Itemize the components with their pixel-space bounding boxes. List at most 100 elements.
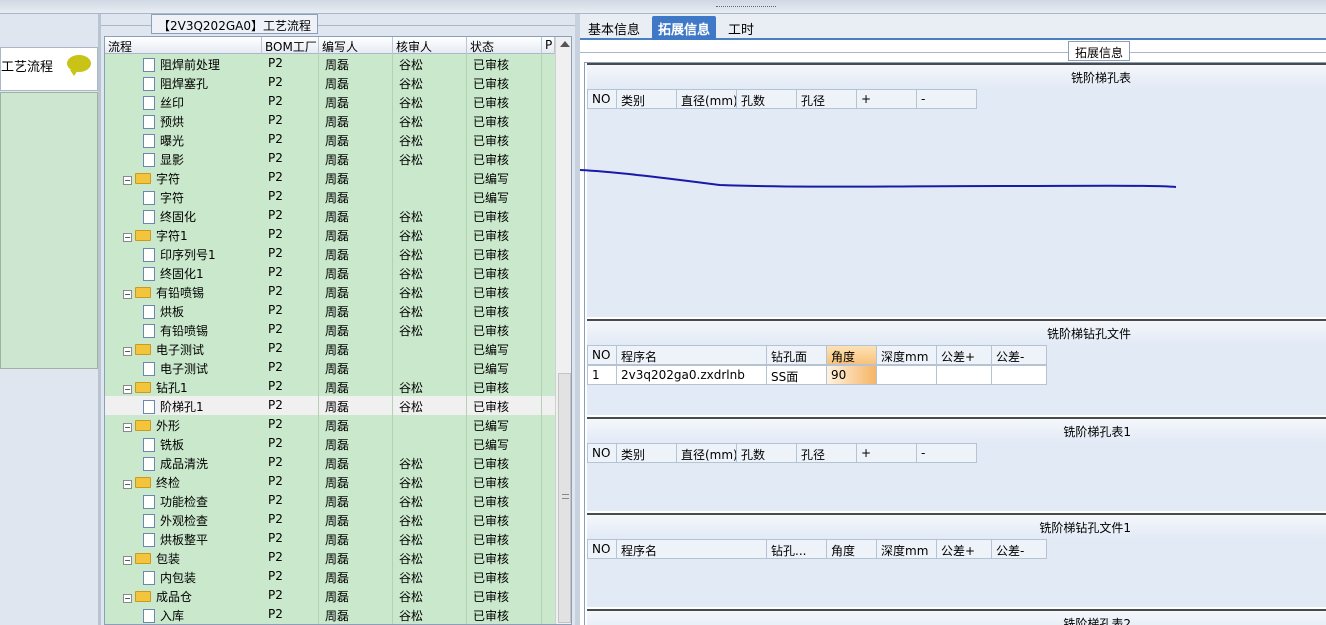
tree-row[interactable]: − 成品仓 P2 周磊 谷松 已审核 [105, 586, 555, 605]
column-header[interactable]: - [917, 89, 977, 109]
tree-node-cell[interactable]: − 外形 [105, 415, 262, 434]
column-header[interactable]: NO [587, 443, 617, 463]
process-panel-header[interactable]: 工艺流程 [0, 47, 98, 91]
tree-node-cell[interactable]: − 成品仓 [105, 586, 262, 605]
table-cell[interactable] [992, 365, 1047, 385]
column-header[interactable]: 角度 [827, 539, 877, 559]
table-cell[interactable]: 90 [827, 365, 877, 385]
table-cell[interactable]: 2v3q202ga0.zxdrlnb [617, 365, 767, 385]
tree-column-header[interactable]: 流程 [105, 37, 262, 54]
tree-node-cell[interactable]: − 电子测试 [105, 339, 262, 358]
collapse-icon[interactable]: − [123, 176, 132, 185]
tree-row[interactable]: 外观检查 P2 周磊 谷松 已审核 [105, 510, 555, 529]
tree-node-cell[interactable]: − 终检 [105, 472, 262, 491]
tree-node-cell[interactable]: − 字符 [105, 168, 262, 187]
tree-row[interactable]: − 钻孔1 P2 周磊 谷松 已审核 [105, 377, 555, 396]
tree-row[interactable]: 阻焊前处理 P2 周磊 谷松 已审核 [105, 54, 555, 73]
tree-row[interactable]: 成品清洗 P2 周磊 谷松 已审核 [105, 453, 555, 472]
tree-node-cell[interactable]: 功能检查 [105, 491, 262, 510]
tree-row[interactable]: 烘板整平 P2 周磊 谷松 已审核 [105, 529, 555, 548]
tree-row[interactable]: − 电子测试 P2 周磊 已编写 [105, 339, 555, 358]
column-header[interactable]: 程序名 [617, 345, 767, 365]
tree-row[interactable]: 显影 P2 周磊 谷松 已审核 [105, 149, 555, 168]
column-header[interactable]: NO [587, 345, 617, 365]
tree-row[interactable]: 电子测试 P2 周磊 已编写 [105, 358, 555, 377]
column-header[interactable]: 类别 [617, 89, 677, 109]
column-header[interactable]: 钻孔面 [767, 345, 827, 365]
tree-row[interactable]: 铣板 P2 周磊 已编写 [105, 434, 555, 453]
column-header[interactable]: 直径(mm) [677, 443, 737, 463]
tree-node-cell[interactable]: 烘板 [105, 301, 262, 320]
collapse-icon[interactable]: − [123, 290, 132, 299]
tree-row[interactable]: − 字符 P2 周磊 已编写 [105, 168, 555, 187]
tree-node-cell[interactable]: 印序列号1 [105, 244, 262, 263]
tree-node-cell[interactable]: 显影 [105, 149, 262, 168]
column-header[interactable]: NO [587, 539, 617, 559]
tree-column-header[interactable]: 核审人 [393, 37, 467, 54]
tree-node-cell[interactable]: − 钻孔1 [105, 377, 262, 396]
column-header[interactable]: 类别 [617, 443, 677, 463]
tree-row[interactable]: 入库 P2 周磊 谷松 已审核 [105, 605, 555, 624]
column-header[interactable]: 公差- [992, 539, 1047, 559]
tree-column-header[interactable]: BOM工厂 [262, 37, 319, 54]
tree-row[interactable]: 丝印 P2 周磊 谷松 已审核 [105, 92, 555, 111]
column-header[interactable]: 孔数 [737, 443, 797, 463]
tree-row[interactable]: 功能检查 P2 周磊 谷松 已审核 [105, 491, 555, 510]
tree-node-cell[interactable]: 阶梯孔1 [105, 396, 262, 415]
collapse-icon[interactable]: − [123, 385, 132, 394]
tree-node-cell[interactable]: 预烘 [105, 111, 262, 130]
tree-row[interactable]: 印序列号1 P2 周磊 谷松 已审核 [105, 244, 555, 263]
tree-row[interactable]: 烘板 P2 周磊 谷松 已审核 [105, 301, 555, 320]
tree-node-cell[interactable]: 终固化1 [105, 263, 262, 282]
tab-1[interactable]: 拓展信息 [652, 16, 717, 40]
tree-row[interactable]: − 外形 P2 周磊 已编写 [105, 415, 555, 434]
tree-node-cell[interactable]: 内包装 [105, 567, 262, 586]
collapse-icon[interactable]: − [123, 423, 132, 432]
column-header[interactable]: 孔数 [737, 89, 797, 109]
scrollbar-thumb[interactable] [558, 373, 571, 623]
tree-node-cell[interactable]: 终固化 [105, 206, 262, 225]
column-header[interactable]: 程序名 [617, 539, 767, 559]
tree-node-cell[interactable]: 入库 [105, 605, 262, 624]
column-header[interactable]: 深度mm [877, 539, 937, 559]
tree-row[interactable]: − 终检 P2 周磊 谷松 已审核 [105, 472, 555, 491]
column-header[interactable]: 孔径 [797, 89, 857, 109]
table-cell[interactable] [937, 365, 992, 385]
collapse-icon[interactable]: − [123, 480, 132, 489]
table-cell[interactable]: SS面 [767, 365, 827, 385]
collapse-icon[interactable]: − [123, 233, 132, 242]
tree-node-cell[interactable]: 阻焊前处理 [105, 54, 262, 73]
tree-node-cell[interactable]: 阻焊塞孔 [105, 73, 262, 92]
tree-node-cell[interactable]: − 有铅喷锡 [105, 282, 262, 301]
tree-row[interactable]: − 有铅喷锡 P2 周磊 谷松 已审核 [105, 282, 555, 301]
speech-bubble-icon[interactable] [67, 55, 91, 76]
tree-row[interactable]: 曝光 P2 周磊 谷松 已审核 [105, 130, 555, 149]
column-header[interactable]: + [857, 89, 917, 109]
tree-column-header[interactable]: 状态 [467, 37, 542, 54]
tree-row[interactable]: − 字符1 P2 周磊 谷松 已审核 [105, 225, 555, 244]
tree-scrollbar[interactable] [555, 37, 571, 624]
column-header[interactable]: 公差- [992, 345, 1047, 365]
tree-node-cell[interactable]: − 包装 [105, 548, 262, 567]
table-cell[interactable] [877, 365, 937, 385]
tab-0[interactable]: 基本信息 [582, 16, 646, 40]
top-splitter-bar[interactable] [0, 0, 1326, 14]
tree-node-cell[interactable]: 外观检查 [105, 510, 262, 529]
column-header[interactable]: 公差+ [937, 345, 992, 365]
tree-column-header[interactable]: P [542, 37, 555, 54]
tree-row[interactable]: 内包装 P2 周磊 谷松 已审核 [105, 567, 555, 586]
tree-node-cell[interactable]: 烘板整平 [105, 529, 262, 548]
column-header[interactable]: NO [587, 89, 617, 109]
tree-node-cell[interactable]: 铣板 [105, 434, 262, 453]
tree-row[interactable]: 阶梯孔1 P2 周磊 谷松 已审核 [105, 396, 555, 415]
column-header[interactable]: 钻孔... [767, 539, 827, 559]
column-header[interactable]: - [917, 443, 977, 463]
tree-node-cell[interactable]: 有铅喷锡 [105, 320, 262, 339]
tree-node-cell[interactable]: 丝印 [105, 92, 262, 111]
column-header[interactable]: 角度 [827, 345, 877, 365]
tree-column-header[interactable]: 编写人 [319, 37, 393, 54]
tree-row[interactable]: 有铅喷锡 P2 周磊 谷松 已审核 [105, 320, 555, 339]
tree-row[interactable]: 预烘 P2 周磊 谷松 已审核 [105, 111, 555, 130]
tree-node-cell[interactable]: 电子测试 [105, 358, 262, 377]
tree-row[interactable]: 阻焊塞孔 P2 周磊 谷松 已审核 [105, 73, 555, 92]
